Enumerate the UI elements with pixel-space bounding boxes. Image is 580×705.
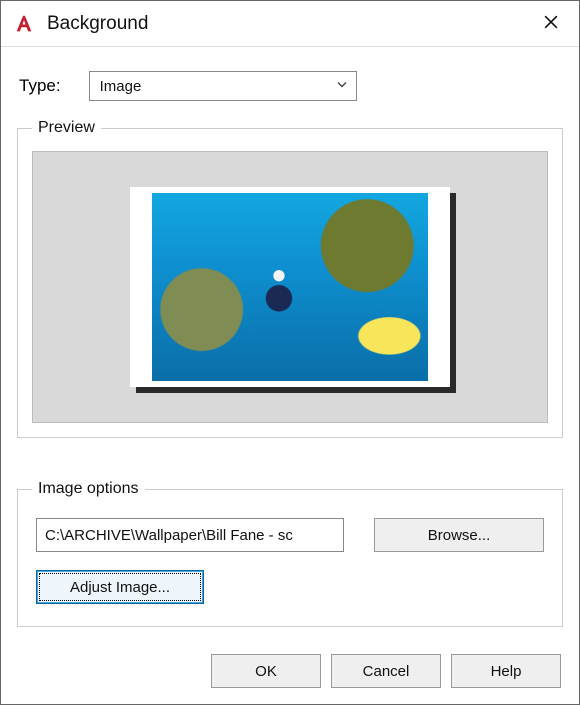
dialog-content: Type: Image Preview Image options [1, 47, 579, 704]
ok-button[interactable]: OK [211, 654, 321, 688]
chevron-down-icon [336, 78, 348, 95]
type-select[interactable]: Image [89, 71, 357, 101]
image-path-input[interactable] [36, 518, 344, 552]
titlebar: Background [1, 1, 579, 47]
preview-area [32, 151, 548, 423]
preview-frame [130, 187, 450, 387]
autocad-a-icon [13, 13, 35, 35]
image-options-group: Image options Browse... Adjust Image... [17, 480, 563, 627]
type-select-value: Image [100, 78, 142, 95]
cancel-button[interactable]: Cancel [331, 654, 441, 688]
background-dialog: Background Type: Image Preview [0, 0, 580, 705]
preview-group: Preview [17, 119, 563, 438]
type-row: Type: Image [19, 71, 563, 101]
adjust-image-button[interactable]: Adjust Image... [36, 570, 204, 604]
close-button[interactable] [529, 2, 573, 46]
adjust-image-label: Adjust Image... [70, 579, 170, 596]
preview-image [152, 193, 428, 381]
window-title: Background [47, 13, 529, 35]
cancel-button-label: Cancel [363, 663, 410, 680]
help-button-label: Help [491, 663, 522, 680]
type-label: Type: [19, 76, 61, 96]
preview-legend: Preview [32, 119, 101, 137]
browse-button-label: Browse... [428, 527, 491, 544]
close-icon [544, 13, 558, 34]
image-path-row: Browse... [36, 518, 544, 552]
image-options-legend: Image options [32, 480, 145, 498]
dialog-footer: OK Cancel Help [17, 650, 563, 690]
browse-button[interactable]: Browse... [374, 518, 544, 552]
ok-button-label: OK [255, 663, 277, 680]
help-button[interactable]: Help [451, 654, 561, 688]
